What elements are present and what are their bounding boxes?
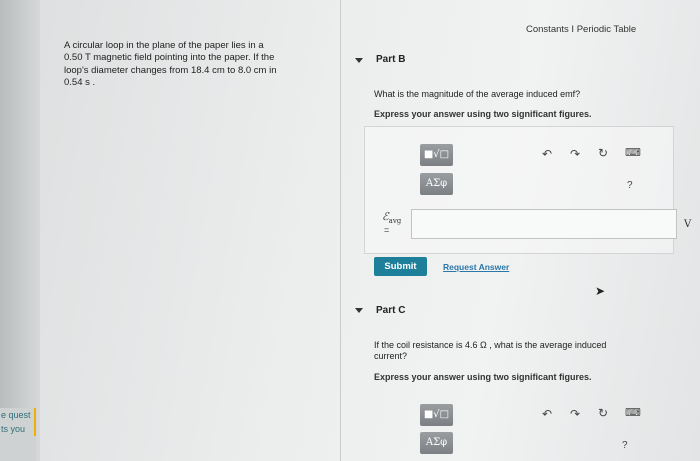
symbols-button[interactable]: ΑΣφ: [420, 432, 453, 454]
part-b-question: What is the magnitude of the average ind…: [374, 89, 581, 99]
periodic-table-link[interactable]: Periodic Table: [577, 24, 637, 35]
part-c-title[interactable]: Part C: [376, 305, 405, 316]
reset-icon[interactable]: ↻: [598, 146, 608, 160]
page: e quest ts you A circular loop in the pl…: [0, 0, 700, 461]
separator: I: [571, 24, 575, 35]
emf-label: ℰavg: [382, 210, 401, 225]
problem-line: loop's diameter changes from 18.4 cm to …: [64, 64, 277, 76]
emf-subscript: avg: [388, 217, 402, 226]
emf-symbol: ℰ: [382, 210, 389, 223]
template-button[interactable]: ■√□: [420, 404, 453, 426]
equals-sign: =: [384, 225, 390, 235]
undo-icon[interactable]: ↶: [542, 147, 552, 161]
answer-input[interactable]: [411, 209, 677, 239]
left-strip: [0, 0, 40, 461]
problem-line: 0.54 s .: [64, 77, 96, 89]
unit-label: V: [684, 219, 692, 230]
part-c-question-line2: current?: [374, 351, 408, 361]
symbols-button[interactable]: ΑΣφ: [420, 173, 453, 195]
help-icon[interactable]: ?: [627, 180, 633, 191]
edge-text-2: ts you: [0, 422, 36, 436]
redo-icon[interactable]: ↷: [570, 407, 580, 421]
help-icon[interactable]: ?: [622, 440, 628, 451]
part-b-instruction: Express your answer using two significan…: [374, 109, 592, 119]
constants-link[interactable]: Constants: [526, 24, 569, 35]
part-c-question: If the coil resistance is 4.6 Ω , what i…: [374, 340, 606, 362]
part-c-question-line1: If the coil resistance is 4.6 Ω , what i…: [374, 340, 607, 350]
redo-icon[interactable]: ↷: [570, 147, 580, 161]
edge-text-1: e quest: [0, 408, 36, 422]
problem-statement: A circular loop in the plane of the pape…: [64, 40, 314, 90]
cursor-icon: ➤: [595, 284, 606, 298]
header-links: Constants I Periodic Table: [526, 24, 636, 35]
keyboard-icon[interactable]: ⌨: [625, 406, 641, 419]
request-answer-link[interactable]: Request Answer: [443, 262, 509, 272]
part-b-title[interactable]: Part B: [376, 54, 405, 65]
edge-panel: e quest ts you: [0, 408, 36, 461]
submit-button[interactable]: Submit: [374, 257, 427, 276]
problem-line: A circular loop in the plane of the pape…: [64, 40, 264, 51]
part-c-instruction: Express your answer using two significan…: [374, 372, 592, 382]
divider: [340, 0, 341, 461]
keyboard-icon[interactable]: ⌨: [625, 146, 641, 159]
undo-icon[interactable]: ↶: [542, 407, 552, 421]
problem-line: 0.50 T magnetic field pointing into the …: [64, 52, 275, 64]
template-button[interactable]: ■√□: [420, 144, 453, 166]
caret-down-icon[interactable]: [355, 308, 363, 313]
reset-icon[interactable]: ↻: [598, 406, 608, 420]
caret-down-icon[interactable]: [355, 58, 363, 63]
